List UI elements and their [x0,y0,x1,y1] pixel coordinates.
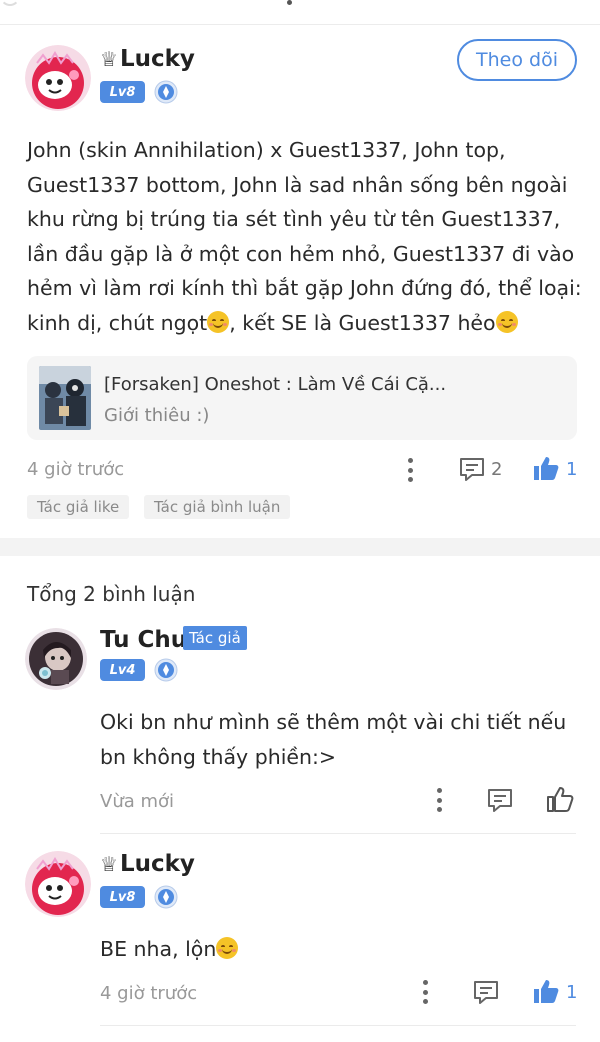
medal-icon [154,658,178,682]
post-timestamp: 4 giờ trước [27,459,125,480]
username[interactable]: ♕ Lucky [100,851,195,877]
avatar[interactable] [25,851,91,917]
post-text-part: John (skin Annihilation) x Guest1337, Jo… [27,138,582,335]
comment-count: 2 [491,459,503,480]
avatar[interactable] [25,628,87,690]
level-badge: Lv4 [100,659,145,681]
comment-timestamp: 4 giờ trước [100,983,198,1004]
comment-text-body: BE nha, lộn [100,937,217,961]
avatar[interactable] [25,45,91,111]
more-vertical-icon[interactable] [422,980,428,1004]
comment-text: BE nha, lộn [100,932,580,967]
crown-icon: ♕ [100,852,118,876]
author-badge: Tác giả [183,626,247,650]
smile-emoji-icon [495,310,518,333]
smile-emoji-icon [216,937,239,959]
level-badge: Lv8 [100,886,145,908]
comment-divider [100,833,576,834]
more-vertical-icon[interactable] [407,458,413,482]
previous-post-dot [287,0,292,5]
previous-post-edge [0,0,20,6]
divider [0,24,600,25]
like-count: 1 [566,459,578,480]
more-vertical-icon[interactable] [436,788,442,812]
tag-author-like: Tác giả like [27,495,130,519]
comment-timestamp: Vừa mới [100,791,175,812]
tag-author-comment: Tác giả bình luận [144,495,291,519]
story-thumbnail [39,366,91,430]
story-card[interactable]: [Forsaken] Oneshot : Làm Về Cái Cặ... Gi… [27,356,577,440]
like-count: 1 [566,982,578,1003]
comment-divider [100,1025,576,1026]
medal-icon [154,80,178,104]
username-label: Tu Chu [100,627,188,653]
username[interactable]: ♕ Lucky [100,46,195,72]
story-subtitle: Giới thiêu :) [104,405,210,426]
thumbs-up-icon[interactable] [546,785,574,813]
story-title: [Forsaken] Oneshot : Làm Về Cái Cặ... [104,374,447,395]
level-badge: Lv8 [100,81,145,103]
username[interactable]: Tu Chu [100,627,187,653]
post-text-part: , kết SE là Guest1337 hẻo [229,310,496,335]
crown-icon: ♕ [100,47,118,71]
section-divider [0,538,600,556]
username-label: Lucky [119,851,195,877]
comments-total: Tổng 2 bình luận [27,582,196,606]
username-label: Lucky [119,46,195,72]
comment-icon[interactable] [486,787,514,813]
comment-icon[interactable] [472,979,500,1005]
follow-button[interactable]: Theo dõi [457,39,577,81]
smile-emoji-icon [207,310,230,333]
post-body: John (skin Annihilation) x Guest1337, Jo… [27,133,587,341]
thumbs-up-icon[interactable] [532,978,560,1004]
medal-icon [154,885,178,909]
thumbs-up-icon[interactable] [532,455,560,481]
comment-text: Oki bn như mình sẽ thêm một vài chi tiết… [100,710,567,769]
comment-icon[interactable] [458,456,486,482]
